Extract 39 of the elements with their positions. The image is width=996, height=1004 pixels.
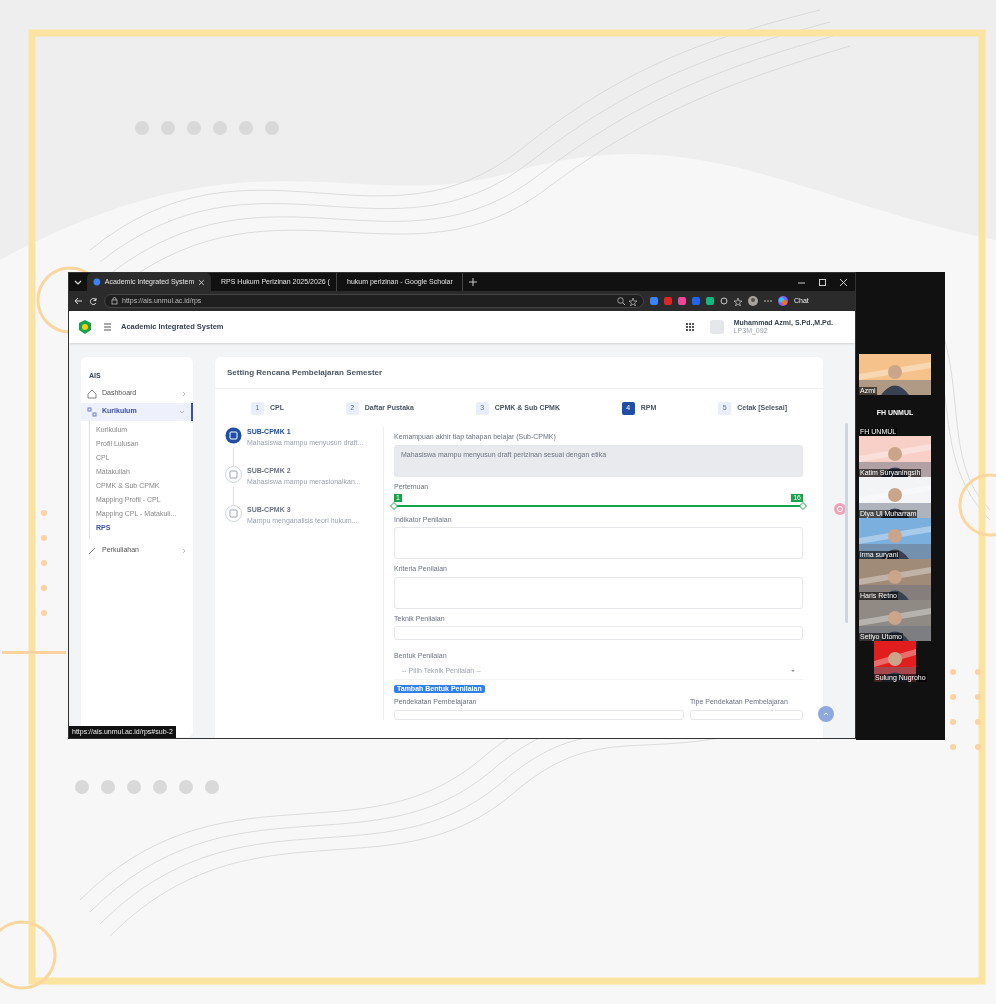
refresh-icon[interactable] [720,297,728,305]
chevron-right-icon [181,547,187,554]
logo-icon [79,320,91,334]
profile-avatar-icon[interactable] [748,296,758,306]
ring-outline [0,920,57,990]
menu-item-icon [87,406,97,417]
menu-item-icon [87,388,97,399]
reload-icon[interactable] [89,296,98,306]
star-icon[interactable] [629,296,637,306]
slider-handle[interactable] [390,501,398,510]
scroll-top-button[interactable] [818,706,834,722]
caret-icon [791,670,795,673]
chevron-up-icon [823,711,829,717]
tab-favicon-icon [93,278,101,286]
menu-item-icon [87,545,97,556]
more-icon[interactable] [764,299,772,303]
scrollbar-thumb[interactable] [845,423,848,623]
close-icon[interactable] [198,278,205,286]
page-title: Setting Rencana Pembelajaran Semester [227,366,383,379]
copilot-icon[interactable] [778,296,788,306]
back-icon[interactable] [74,297,83,305]
chevron-right-icon [181,390,187,397]
input-field[interactable] [394,626,803,641]
slider-handle[interactable] [799,501,807,510]
maximize-icon[interactable] [819,278,826,286]
input-field[interactable] [394,709,684,720]
lock-icon [111,297,118,305]
input-field[interactable] [690,709,803,720]
ring-outline [958,473,996,537]
floating-action-icon[interactable] [834,503,846,515]
favorites-icon[interactable] [734,296,742,306]
accent-line [2,651,66,654]
menu-icon[interactable] [104,323,111,331]
chevron-down-icon [179,408,185,415]
new-tab-icon[interactable] [469,278,477,286]
document-icon [225,427,242,444]
apps-icon[interactable] [685,323,694,331]
close-icon[interactable] [840,278,847,286]
zoom-icon[interactable] [617,297,625,305]
